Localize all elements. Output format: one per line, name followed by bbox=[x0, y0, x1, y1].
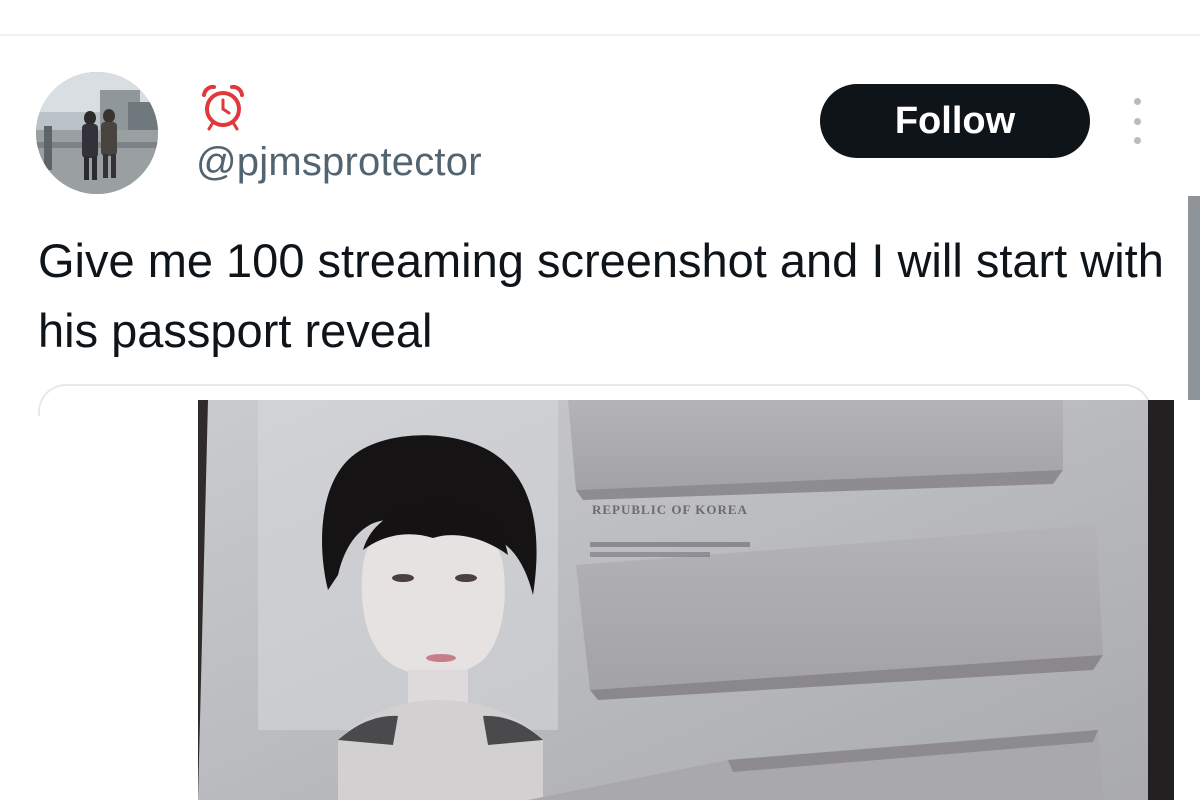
more-vertical-icon[interactable] bbox=[1128, 98, 1146, 144]
media-image[interactable] bbox=[198, 400, 1174, 800]
more-dot bbox=[1133, 98, 1141, 105]
tweet-text: Give me 100 streaming screenshot and I w… bbox=[38, 234, 1164, 357]
user-handle[interactable]: @pjmsprotector bbox=[196, 140, 482, 185]
more-dot bbox=[1133, 137, 1141, 144]
passport-country-text: REPUBLIC OF KOREA bbox=[592, 502, 748, 517]
avatar[interactable] bbox=[36, 72, 158, 194]
alarm-clock-icon bbox=[198, 82, 248, 132]
tweet-page: @pjmsprotector Follow Give me 100 stream… bbox=[0, 0, 1200, 800]
divider bbox=[0, 34, 1200, 36]
follow-button[interactable]: Follow bbox=[820, 84, 1090, 158]
scrollbar[interactable] bbox=[1188, 196, 1200, 400]
more-dot bbox=[1133, 117, 1141, 125]
